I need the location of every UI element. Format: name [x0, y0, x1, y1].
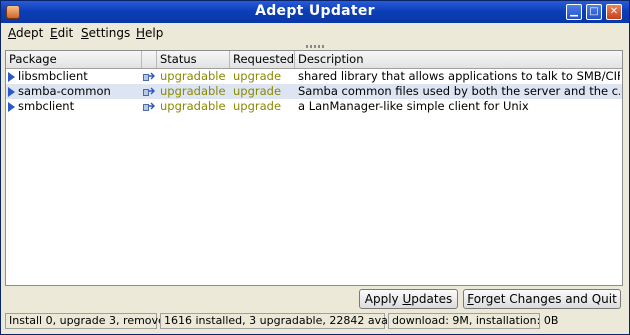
apply-updates-button[interactable]: Apply Updates: [359, 289, 458, 309]
cell-requested: upgrade: [233, 99, 282, 113]
upgrade-status-icon: [143, 72, 155, 81]
forget-changes-and-quit-button[interactable]: Forget Changes and Quit: [463, 289, 621, 309]
menu-mnemonic: H: [136, 26, 146, 40]
menu-mnemonic: E: [50, 26, 58, 40]
button-label: pdates: [411, 292, 453, 306]
status-counts: 1616 installed, 3 upgradable, 22842 avai…: [160, 313, 418, 329]
menu-label: ettings: [88, 26, 131, 40]
menu-label: elp: [145, 26, 164, 40]
cell-description: shared library that allows applications …: [298, 69, 620, 83]
adept-updater-window: Adept Updater ▁ □ ✕ Adept Edit Settings …: [0, 0, 630, 335]
header-package[interactable]: Package: [6, 51, 142, 68]
cell-description: a LanManager-like simple client for Unix: [298, 99, 529, 113]
close-button[interactable]: ✕: [606, 4, 622, 20]
maximize-button[interactable]: □: [586, 4, 602, 20]
upgrade-status-icon: [143, 102, 155, 111]
cell-package: samba-common: [18, 84, 111, 98]
button-mnemonic: U: [402, 292, 412, 306]
table-row[interactable]: smbclient upgradable upgrade a LanManage…: [6, 99, 622, 114]
header-description[interactable]: Description: [295, 51, 622, 68]
cell-status: upgradable: [160, 99, 226, 113]
status-sizes: download: 9M, installation: 0B: [388, 313, 558, 329]
header-requested[interactable]: Requested: [230, 51, 295, 68]
button-label: Apply: [364, 292, 403, 306]
expand-arrow-icon[interactable]: [8, 72, 15, 82]
title-bar[interactable]: Adept Updater ▁ □ ✕: [1, 1, 629, 23]
menu-label: dept: [16, 26, 44, 40]
window-title: Adept Updater: [255, 3, 375, 19]
pane-grip[interactable]: [306, 45, 326, 48]
table-header: Package Status Requested Description: [6, 51, 622, 69]
status-changes: Install 0, upgrade 3, remove 0: [5, 313, 175, 329]
cell-package: libsmbclient: [18, 69, 88, 83]
expand-arrow-icon[interactable]: [8, 102, 15, 112]
minimize-button[interactable]: ▁: [566, 4, 582, 20]
upgrade-status-icon: [143, 87, 155, 96]
menu-bar: Adept Edit Settings Help: [1, 23, 629, 43]
header-status[interactable]: Status: [157, 51, 230, 68]
menu-help[interactable]: Help: [136, 26, 163, 40]
cell-requested: upgrade: [233, 69, 282, 83]
cell-status: upgradable: [160, 84, 226, 98]
cell-status: upgradable: [160, 69, 226, 83]
menu-settings[interactable]: Settings: [81, 26, 130, 40]
menu-edit[interactable]: Edit: [50, 26, 73, 40]
cell-package: smbclient: [18, 99, 75, 113]
menu-label: dit: [57, 26, 74, 40]
table-row-selected[interactable]: samba-common upgradable upgrade Samba co…: [6, 84, 622, 99]
menu-mnemonic: S: [81, 26, 89, 40]
table-row[interactable]: libsmbclient upgradable upgrade shared l…: [6, 69, 622, 84]
menu-adept[interactable]: Adept: [8, 26, 43, 40]
menu-mnemonic: A: [8, 26, 16, 40]
package-table[interactable]: Package Status Requested Description lib…: [5, 50, 623, 286]
header-status-icon-column[interactable]: [142, 51, 157, 68]
cell-requested: upgrade: [233, 84, 282, 98]
cell-description: Samba common files used by both the serv…: [298, 84, 620, 98]
button-label: orget Changes and Quit: [473, 292, 617, 306]
expand-arrow-icon[interactable]: [8, 87, 15, 97]
